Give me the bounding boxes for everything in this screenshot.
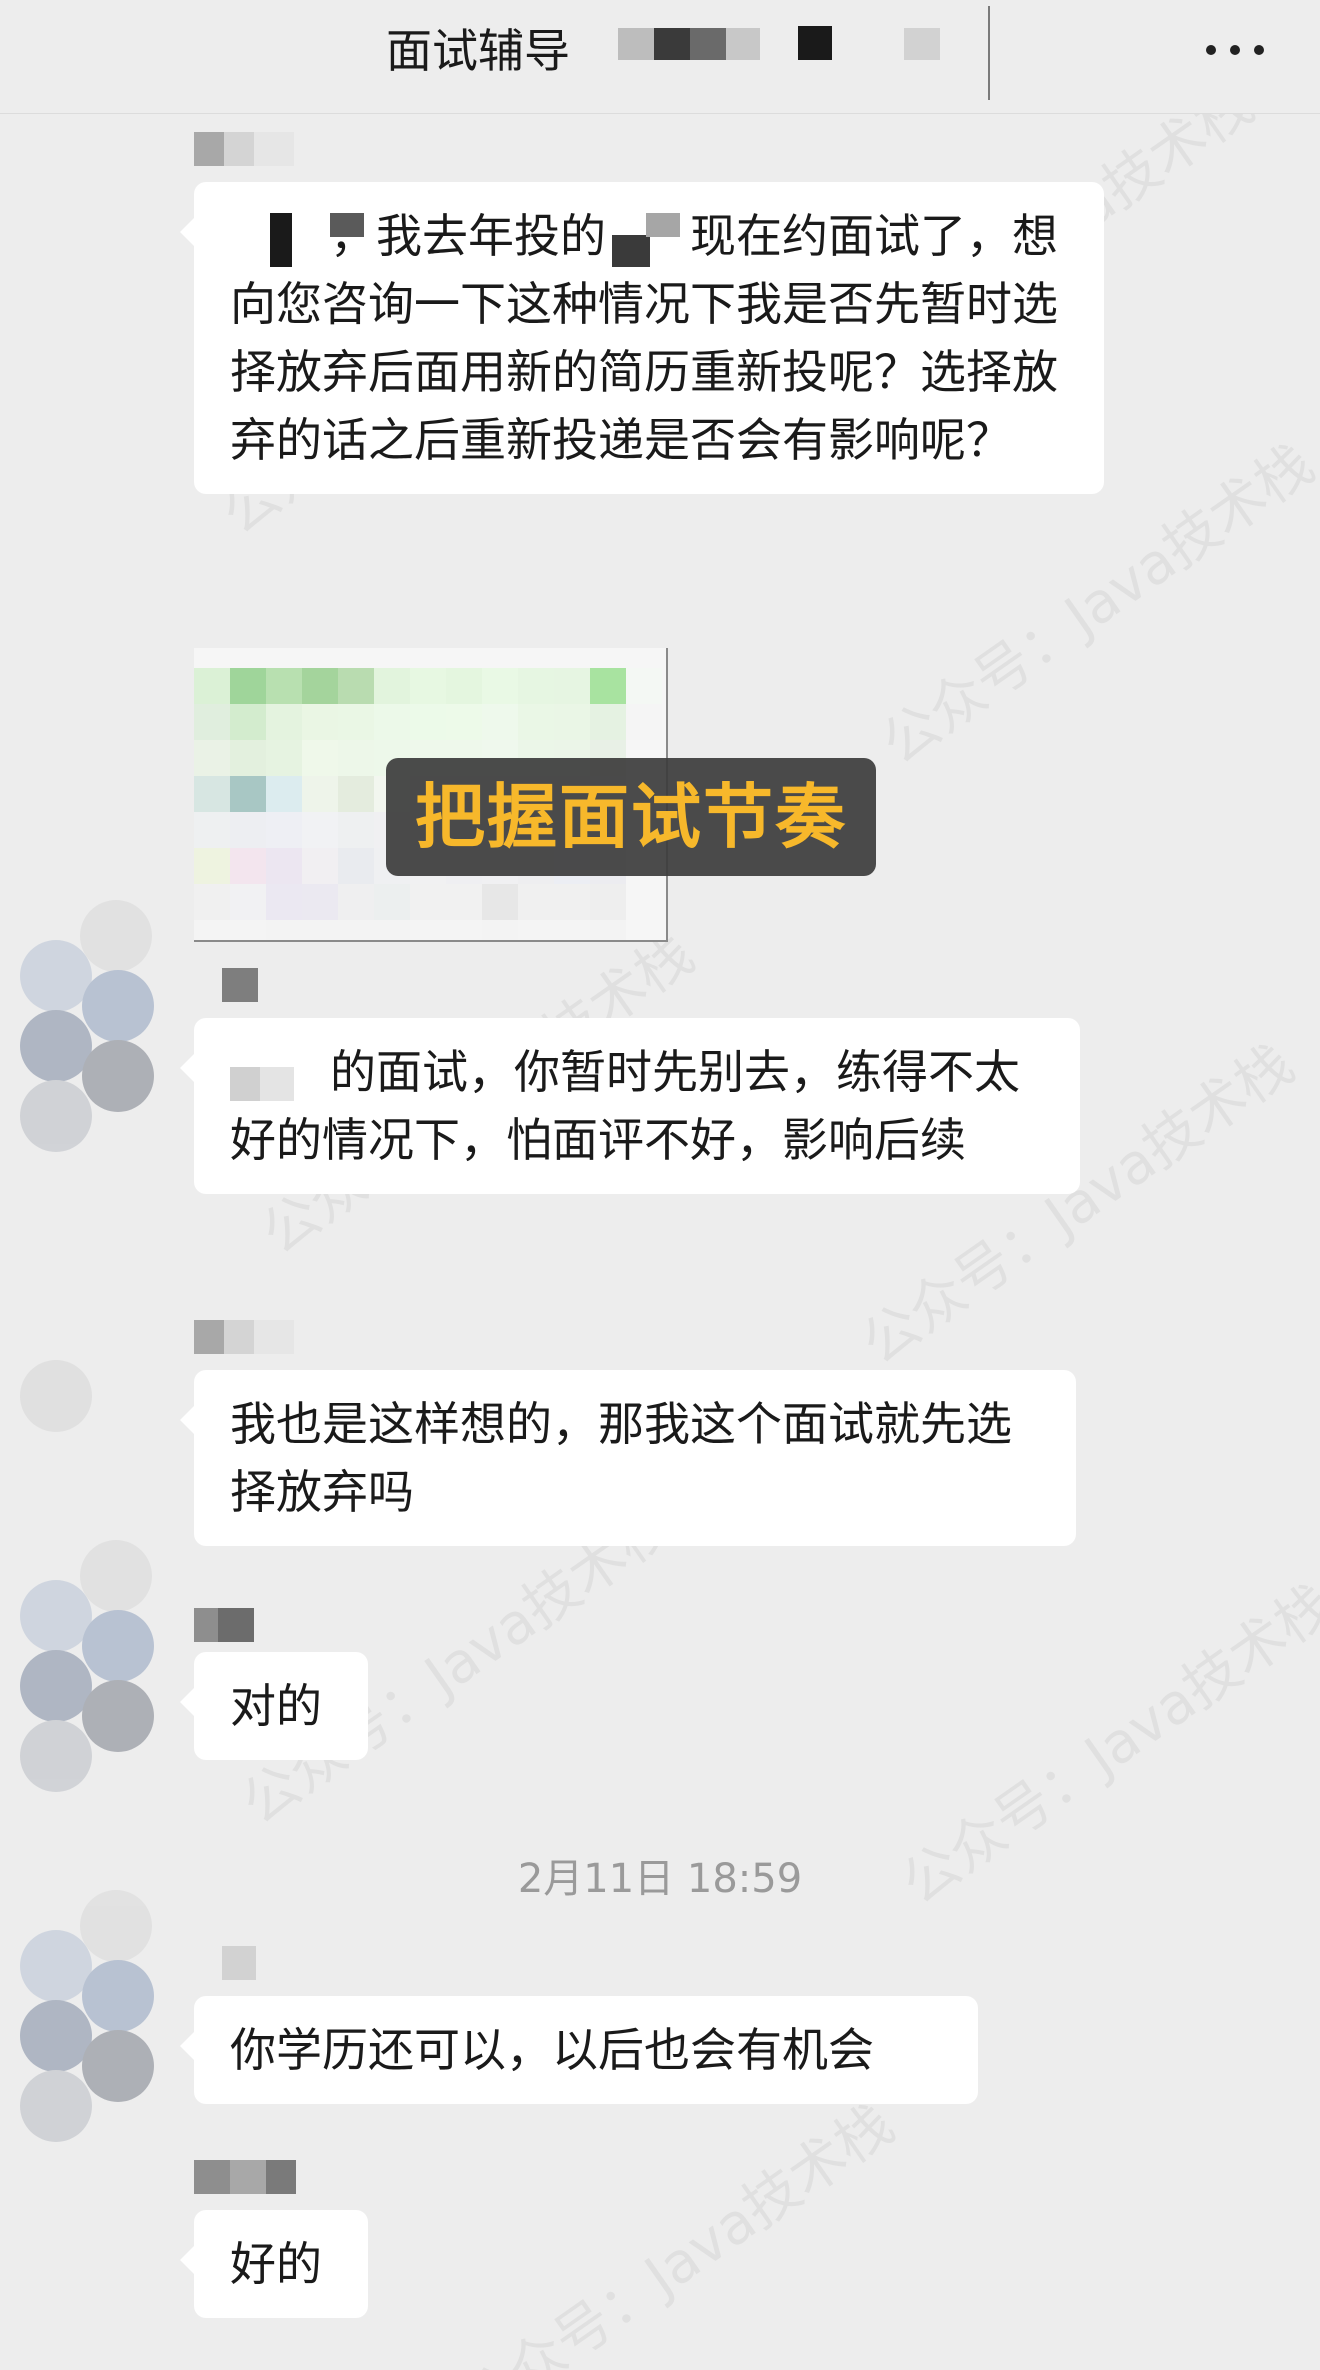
redacted-title-block <box>904 28 940 60</box>
image-caption-overlay: 把握面试节奏 <box>386 758 876 876</box>
message-timestamp: 2月11日 18:59 <box>517 1856 803 1902</box>
sender-name-redacted <box>222 968 258 1002</box>
redacted-text <box>230 212 364 267</box>
message-bubble[interactable]: 你学历还可以，以后也会有机会 <box>180 1996 978 2104</box>
sender-name-redacted <box>194 1320 294 1354</box>
redacted-title-block <box>618 28 760 60</box>
message-text: 你学历还可以，以后也会有机会 <box>230 2023 874 2077</box>
avatar[interactable] <box>20 1530 170 1792</box>
message-bubble[interactable]: ，我去年投的 现在约面试了，想向您咨询一下这种情况下我是否先暂时选择放弃后面用新… <box>180 182 1104 494</box>
avatar[interactable] <box>20 890 170 1152</box>
message-text: 好的 <box>230 2237 322 2291</box>
avatar[interactable] <box>20 1880 170 2142</box>
header-divider <box>988 6 990 100</box>
message-text: 对的 <box>230 1679 322 1733</box>
message-bubble[interactable]: 对的 <box>180 1652 368 1760</box>
message-bubble[interactable]: 的面试，你暂时先别去，练得不太好的情况下，怕面评不好，影响后续 <box>180 1018 1080 1194</box>
message-bubble[interactable]: 好的 <box>180 2210 368 2318</box>
watermark: 公众号：Java技术栈 <box>450 2091 906 2370</box>
message-bubble[interactable]: 我也是这样想的，那我这个面试就先选择放弃吗 <box>180 1370 1076 1546</box>
sender-name-redacted <box>222 1946 256 1980</box>
message-text: 我也是这样想的，那我这个面试就先选择放弃吗 <box>230 1397 1012 1519</box>
redacted-text <box>230 1049 330 1103</box>
message-text: ，我去年投的 <box>330 209 606 263</box>
sender-name-redacted <box>194 2160 296 2194</box>
redacted-text <box>606 212 690 267</box>
sender-name-redacted <box>194 132 294 166</box>
more-horizontal-icon[interactable] <box>1200 30 1270 70</box>
message-text: 的面试，你暂时先别去，练得不太好的情况下，怕面评不好，影响后续 <box>230 1045 1020 1167</box>
avatar[interactable] <box>20 1360 170 1450</box>
chat-header: 面试辅导 <box>0 0 1320 114</box>
chat-title: 面试辅导 <box>386 24 570 78</box>
redacted-title-block <box>798 26 832 60</box>
sender-name-redacted <box>194 1608 254 1642</box>
